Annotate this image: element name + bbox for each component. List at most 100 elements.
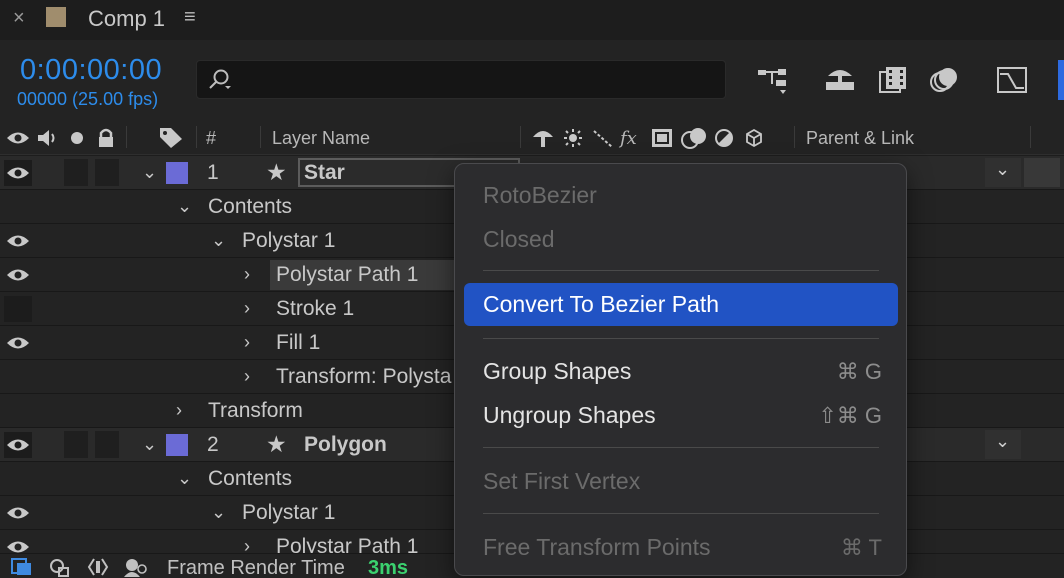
row-end-block [1024, 158, 1060, 187]
chevron-down-icon[interactable]: ⌄ [177, 196, 192, 217]
chevron-down-icon[interactable]: ⌄ [142, 434, 157, 455]
close-tab-icon[interactable]: × [13, 7, 25, 30]
menu-item-closed: Closed [483, 226, 555, 252]
quality-icon[interactable] [592, 129, 614, 149]
column-separator [520, 126, 521, 148]
chevron-right-icon[interactable]: › [176, 400, 182, 421]
layer-name-column-header[interactable]: Layer Name [272, 128, 370, 149]
shy-icon[interactable] [531, 127, 555, 149]
frame-render-time-value: 3ms [368, 557, 409, 578]
tab-title[interactable]: Comp 1 [88, 6, 165, 32]
property-label: Stroke 1 [276, 297, 355, 320]
graph-editor-icon[interactable] [994, 64, 1030, 96]
motion-blur-icon[interactable] [926, 64, 962, 96]
menu-shortcut: ⌘ G [836, 359, 882, 384]
render-time-icon[interactable] [122, 557, 148, 577]
frame-blending-icon[interactable] [876, 64, 912, 96]
label-tag-icon[interactable] [158, 126, 184, 150]
solo-toggle[interactable] [64, 159, 88, 186]
menu-separator [483, 447, 879, 448]
chevron-right-icon[interactable]: › [244, 366, 250, 387]
label-color-swatch[interactable] [166, 162, 188, 184]
column-separator [1030, 126, 1031, 148]
frame-render-time-label: Frame Render Time [167, 557, 345, 578]
composition-flowchart-icon[interactable] [756, 64, 792, 96]
column-separator [196, 126, 197, 148]
menu-item-convert-to-bezier-path[interactable]: Convert To Bezier Path [464, 283, 898, 326]
search-icon [209, 69, 231, 89]
menu-separator [483, 270, 879, 271]
property-label: Fill 1 [276, 331, 321, 354]
eye-icon[interactable] [6, 130, 30, 146]
property-label: Polystar 1 [242, 501, 336, 524]
lock-toggle[interactable] [95, 159, 119, 186]
3d-layer-icon[interactable] [744, 128, 764, 148]
column-header: # Layer Name fx Parent & Link [0, 120, 1064, 155]
property-label: Transform [208, 399, 303, 422]
shape-layer-star-icon: ★ [266, 159, 287, 185]
lock-toggle[interactable] [95, 431, 119, 458]
property-label: Polystar Path 1 [276, 535, 419, 554]
chevron-down-icon: ⌄ [995, 159, 1011, 179]
search-input[interactable] [196, 60, 726, 99]
property-label: Transform: Polysta [276, 365, 452, 388]
layer-name[interactable]: Star [304, 161, 345, 185]
parent-dropdown[interactable]: ⌄ [985, 158, 1021, 187]
chevron-down-icon[interactable]: ⌄ [177, 468, 192, 489]
eye-icon[interactable] [6, 335, 30, 351]
chevron-right-icon[interactable]: › [244, 332, 250, 353]
eye-icon[interactable] [6, 267, 30, 283]
menu-item-group-shapes[interactable]: Group Shapes [483, 358, 631, 385]
comp-color-swatch [46, 7, 66, 27]
transfer-controls-icon[interactable] [48, 557, 72, 577]
lock-icon[interactable] [96, 127, 116, 149]
timeline-header: 0:00:00:00 00000 (25.00 fps) [0, 40, 1064, 120]
chevron-down-icon[interactable]: ⌄ [211, 502, 226, 523]
eye-icon[interactable] [6, 233, 30, 249]
motion-blur-column-icon[interactable] [680, 126, 710, 150]
column-separator [126, 126, 127, 148]
layer-switches-icon[interactable] [10, 557, 34, 577]
property-label: Polystar 1 [242, 229, 336, 252]
layer-number: 1 [207, 161, 219, 184]
eye-icon[interactable] [6, 165, 30, 181]
chevron-right-icon[interactable]: › [244, 536, 250, 553]
frame-count-display: 00000 (25.00 fps) [17, 89, 159, 109]
chevron-right-icon[interactable]: › [244, 298, 250, 319]
solo-icon[interactable] [70, 131, 84, 145]
adjustment-layer-icon[interactable] [714, 128, 734, 148]
draft-3d-icon[interactable] [822, 64, 858, 96]
chevron-down-icon: ⌄ [995, 431, 1011, 451]
eye-icon[interactable] [6, 505, 30, 521]
chevron-right-icon[interactable]: › [244, 264, 250, 285]
column-separator [794, 126, 795, 148]
panel-menu-icon[interactable]: ≡ [184, 6, 196, 29]
label-color-swatch[interactable] [166, 434, 188, 456]
property-label: Contents [208, 195, 293, 218]
eye-icon[interactable] [6, 539, 30, 554]
collapse-transformations-icon[interactable] [563, 128, 583, 148]
frame-blend-column-icon[interactable] [650, 127, 674, 149]
eye-icon[interactable] [6, 437, 30, 453]
panel-edge-indicator [1058, 60, 1064, 100]
solo-toggle[interactable] [64, 431, 88, 458]
layer-number: 2 [207, 433, 219, 456]
parent-link-column-header[interactable]: Parent & Link [806, 128, 914, 149]
menu-item-ungroup-shapes[interactable]: Ungroup Shapes [483, 402, 656, 429]
parent-dropdown[interactable]: ⌄ [985, 430, 1021, 459]
menu-shortcut: ⌘ T [840, 535, 882, 560]
chevron-down-icon[interactable]: ⌄ [142, 162, 157, 183]
menu-item-free-transform-points: Free Transform Points [483, 534, 711, 560]
menu-separator [483, 338, 879, 339]
menu-item-label: Convert To Bezier Path [483, 291, 720, 317]
menu-shortcut: ⇧⌘ G [818, 403, 882, 428]
in-out-controls-icon[interactable] [86, 557, 110, 577]
effects-column-header[interactable]: fx [620, 128, 637, 149]
shape-layer-star-icon: ★ [266, 431, 287, 457]
menu-separator [483, 513, 879, 514]
layer-name[interactable]: Polygon [304, 433, 387, 457]
visibility-toggle[interactable] [4, 296, 32, 322]
current-time-display[interactable]: 0:00:00:00 [20, 54, 162, 87]
chevron-down-icon[interactable]: ⌄ [211, 230, 226, 251]
audio-icon[interactable] [36, 128, 60, 148]
